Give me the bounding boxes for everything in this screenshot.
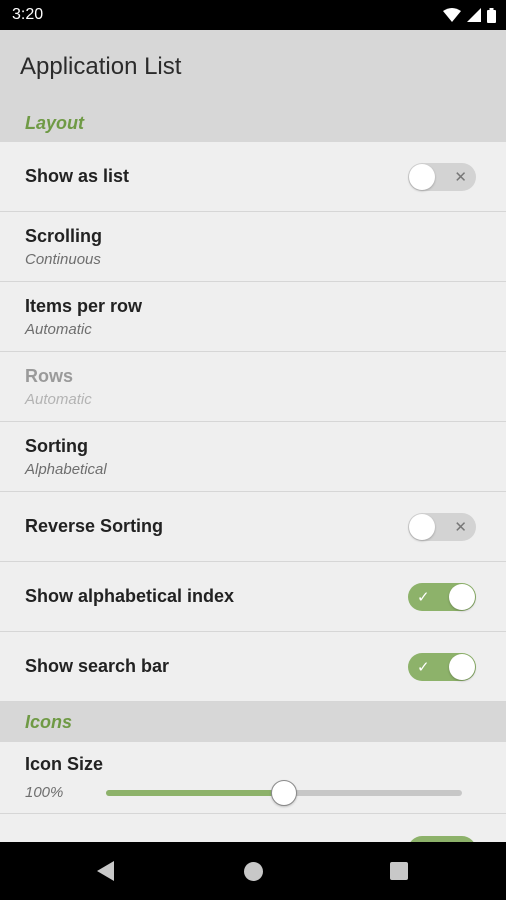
setting-show-alphabetical-index[interactable]: Show alphabetical index ✓ (0, 562, 506, 632)
setting-value: Automatic (25, 390, 92, 408)
cellular-signal-icon (467, 8, 481, 22)
setting-label: Show search bar (25, 656, 170, 676)
setting-label: Items per row (25, 295, 143, 316)
close-icon: ✕ (454, 518, 467, 536)
home-icon[interactable] (244, 862, 263, 881)
setting-show-as-list[interactable]: Show as list ✕ (0, 142, 506, 212)
setting-label: Show as list (25, 166, 130, 186)
setting-scrolling[interactable]: Scrolling Continuous (0, 212, 506, 282)
section-title: Layout (25, 112, 85, 133)
slider-fill (106, 790, 284, 796)
check-icon: ✓ (417, 588, 430, 606)
slider-thumb[interactable] (271, 780, 297, 806)
toggle-knob (449, 583, 475, 610)
setting-value: Automatic (25, 320, 92, 338)
toggle-knob (449, 653, 475, 680)
battery-icon (487, 7, 496, 23)
setting-sorting[interactable]: Sorting Alphabetical (0, 422, 506, 492)
setting-label: Reverse Sorting (25, 516, 164, 536)
section-header-icons: Icons (0, 702, 506, 742)
wifi-icon (443, 8, 461, 22)
show-as-list-toggle[interactable]: ✕ (408, 162, 476, 191)
show-search-bar-toggle[interactable]: ✓ (408, 652, 476, 681)
setting-label: Icon Size (25, 754, 104, 774)
section-header-layout: Layout (0, 104, 506, 142)
icon-size-value: 100% (25, 784, 64, 801)
setting-partially-visible[interactable] (0, 814, 506, 842)
setting-value: Alphabetical (25, 460, 107, 478)
close-icon: ✕ (454, 168, 467, 186)
page-title: Application List (20, 53, 182, 80)
check-icon: ✓ (417, 658, 430, 676)
setting-reverse-sorting[interactable]: Reverse Sorting ✕ (0, 492, 506, 562)
setting-rows: Rows Automatic (0, 352, 506, 422)
recent-apps-icon[interactable] (390, 862, 408, 880)
setting-label: Sorting (25, 435, 88, 456)
status-bar: 3:20 (0, 0, 506, 30)
settings-screen: Application List Layout Show as list ✕ S… (0, 30, 506, 842)
status-icons (443, 6, 496, 24)
section-title: Icons (25, 711, 73, 732)
setting-label: Show alphabetical index (25, 586, 235, 606)
setting-label: Scrolling (25, 225, 103, 246)
setting-show-search-bar[interactable]: Show search bar ✓ (0, 632, 506, 702)
reverse-sorting-toggle[interactable]: ✕ (408, 512, 476, 541)
back-icon[interactable] (97, 861, 114, 881)
navigation-bar (0, 842, 506, 900)
app-bar: Application List (0, 30, 506, 104)
toggle-knob (409, 163, 435, 190)
setting-icon-size: Icon Size 100% (0, 742, 506, 814)
status-time: 3:20 (12, 6, 44, 23)
show-alphabetical-index-toggle[interactable]: ✓ (408, 582, 476, 611)
setting-value: Continuous (25, 250, 101, 268)
setting-label: Rows (25, 365, 74, 386)
icon-size-slider[interactable] (106, 780, 462, 806)
toggle-knob (409, 513, 435, 540)
setting-items-per-row[interactable]: Items per row Automatic (0, 282, 506, 352)
